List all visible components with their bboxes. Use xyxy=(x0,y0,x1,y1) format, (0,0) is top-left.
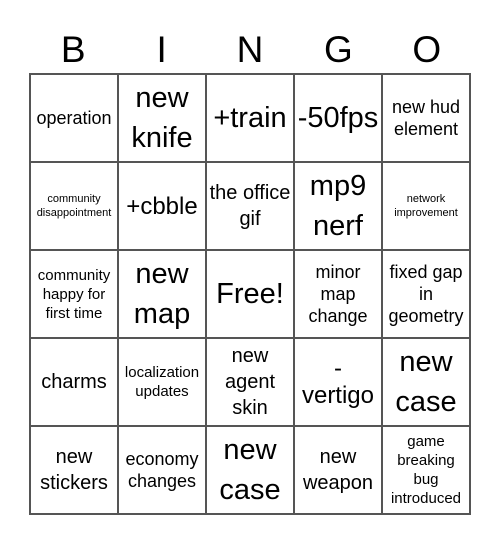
bingo-cell[interactable]: new map xyxy=(118,250,206,338)
header-letter-i: I xyxy=(156,29,167,70)
bingo-cell[interactable]: community happy for first time xyxy=(30,250,118,338)
cell-text: economy changes xyxy=(125,449,199,491)
bingo-cell[interactable]: +train xyxy=(206,74,294,162)
cell-text: the office gif xyxy=(209,182,291,230)
bingo-cell[interactable]: new knife xyxy=(118,74,206,162)
header-letter-o: O xyxy=(412,29,442,70)
bingo-cell[interactable]: fixed gap in geometry xyxy=(382,250,470,338)
cell-text: localization updates xyxy=(124,364,200,400)
bingo-cell[interactable]: the office gif xyxy=(206,162,294,250)
cell-text: minor map change xyxy=(308,262,368,326)
cell-text: new hud element xyxy=(391,97,461,139)
cell-text: mp9 nerf xyxy=(309,170,367,242)
cell-text: new map xyxy=(133,258,191,330)
bingo-cell[interactable]: charms xyxy=(30,338,118,426)
bingo-cell[interactable]: - vertigo xyxy=(294,338,382,426)
bingo-cell[interactable]: game breaking bug introduced xyxy=(382,426,470,514)
header-letter-b: B xyxy=(60,29,86,70)
bingo-cell[interactable]: new hud element xyxy=(382,74,470,162)
cell-text: +cbble xyxy=(126,192,198,220)
bingo-cell[interactable]: Free! xyxy=(206,250,294,338)
cell-text: network improvement xyxy=(394,193,458,219)
header-letter-n: N xyxy=(236,29,264,70)
cell-text: - vertigo xyxy=(301,355,375,409)
bingo-cell[interactable]: new case xyxy=(206,426,294,514)
cell-text: +train xyxy=(213,102,287,134)
cell-text: new case xyxy=(395,346,457,418)
bingo-cell[interactable]: network improvement xyxy=(382,162,470,250)
bingo-cell[interactable]: minor map change xyxy=(294,250,382,338)
bingo-cell[interactable]: localization updates xyxy=(118,338,206,426)
cell-text: fixed gap in geometry xyxy=(388,262,464,326)
cell-text: operation xyxy=(36,108,112,128)
cell-text: community happy for first time xyxy=(37,266,111,322)
bingo-cell[interactable]: economy changes xyxy=(118,426,206,514)
bingo-grid: operation new knife +train -50fps new hud el… xyxy=(29,73,471,515)
cell-text: new stickers xyxy=(40,446,108,494)
bingo-cell[interactable]: operation xyxy=(30,74,118,162)
cell-text: game breaking bug introduced xyxy=(390,433,462,507)
cell-text: -50fps xyxy=(297,102,379,134)
header-letter-g: G xyxy=(324,29,353,70)
bingo-cell[interactable]: new weapon xyxy=(294,426,382,514)
cell-text: new agent skin xyxy=(224,345,276,419)
cell-text: community disappointment xyxy=(36,193,112,219)
bingo-cell[interactable]: mp9 nerf xyxy=(294,162,382,250)
cell-text: new weapon xyxy=(302,446,374,494)
bingo-cell[interactable]: new agent skin xyxy=(206,338,294,426)
bingo-cell[interactable]: -50fps xyxy=(294,74,382,162)
bingo-header: B I N G O xyxy=(29,28,471,72)
cell-text: new case xyxy=(219,434,281,506)
bingo-cell[interactable]: community disappointment xyxy=(30,162,118,250)
cell-text: new knife xyxy=(131,82,193,154)
bingo-cell[interactable]: +cbble xyxy=(118,162,206,250)
cell-text: Free! xyxy=(216,278,284,310)
bingo-cell[interactable]: new stickers xyxy=(30,426,118,514)
bingo-cell[interactable]: new case xyxy=(382,338,470,426)
cell-text: charms xyxy=(41,371,107,393)
